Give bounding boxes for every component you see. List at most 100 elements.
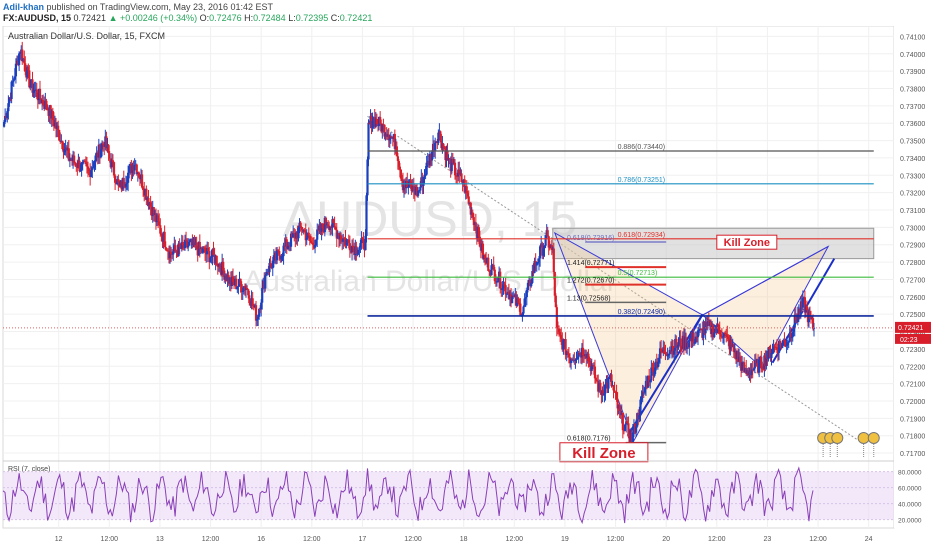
price-tick-label: 0.71700	[900, 451, 925, 458]
flag-event-icon	[857, 432, 870, 444]
time-tick-label: 13	[156, 536, 164, 543]
last-price: 0.72421	[73, 13, 107, 23]
price-tick-label: 0.72200	[900, 364, 925, 371]
publish-header: Adil-khan published on TradingView.com, …	[3, 2, 273, 12]
kill-zone-box	[552, 227, 875, 260]
time-tick-label: 20	[662, 536, 670, 543]
last-price-text: 0.72421	[898, 325, 923, 332]
candle-body	[538, 246, 542, 259]
price-tick-label: 0.72600	[900, 295, 925, 302]
time-tick-label: 12:00	[101, 536, 119, 543]
candle-body	[522, 306, 525, 314]
low-value: 0.72395	[295, 13, 329, 23]
price-tick-label: 0.74100	[900, 34, 925, 41]
symbol-header: FX:AUDUSD, 15 0.72421 ▲ +0.00246 (+0.34%…	[3, 13, 372, 23]
price-tick-label: 0.72300	[900, 347, 925, 354]
candle-body	[805, 306, 809, 310]
rsi-tick-label: 20.0000	[898, 518, 922, 525]
author-link[interactable]: Adil-khan	[3, 2, 44, 12]
candle-body	[38, 88, 42, 99]
kill-zone-label: Kill Zone	[572, 445, 635, 462]
candle-body	[688, 339, 691, 348]
time-tick-label: 12	[55, 536, 63, 543]
time-tick-label: 17	[359, 536, 367, 543]
candle-body	[607, 378, 610, 389]
price-tick-label: 0.71800	[900, 434, 925, 441]
price-tick-label: 0.73900	[900, 69, 925, 76]
kill-zone-label: Kill Zone	[724, 237, 770, 249]
candle-body	[546, 230, 549, 237]
watermark-name: Australian Dollar/U.S. Dollar	[243, 265, 616, 298]
candle-body	[108, 153, 111, 159]
candle-body	[57, 125, 60, 130]
candle-body	[133, 164, 136, 171]
candle-body	[365, 195, 368, 236]
time-tick-label: 24	[865, 536, 873, 543]
time-tick-label: 12:00	[202, 536, 220, 543]
symbol-label[interactable]: FX:AUDUSD, 15	[3, 13, 71, 23]
candle-body	[307, 232, 310, 236]
candle-body	[552, 248, 555, 272]
price-chart[interactable]: AUDUSD, 15 Australian Dollar/U.S. Dollar…	[0, 26, 932, 550]
chart-title: Australian Dollar/U.S. Dollar, 15, FXCM	[8, 31, 165, 41]
candle-body	[73, 155, 76, 163]
price-tick-label: 0.74000	[900, 52, 925, 59]
time-tick-label: 12:00	[506, 536, 524, 543]
high-value: 0.72484	[253, 13, 286, 23]
candle-body	[434, 143, 437, 152]
flag-event-icon	[831, 432, 844, 444]
countdown-text: 02:23	[900, 337, 918, 344]
high-label: H:	[244, 13, 254, 23]
publish-info: published on TradingView.com, May 23, 20…	[46, 2, 274, 12]
flag-event-icon	[867, 432, 880, 444]
candle-body	[526, 282, 530, 291]
candle-body	[487, 257, 490, 271]
rsi-tick-label: 60.0000	[898, 486, 922, 493]
candle-body	[140, 174, 144, 188]
ext-label: 0.618(0.7176)	[567, 436, 611, 443]
price-tick-label: 0.73600	[900, 121, 925, 128]
candle-body	[398, 166, 401, 170]
candle-body	[613, 390, 616, 392]
candle-body	[553, 271, 556, 296]
ext-label: 1.414(0.72771)	[567, 260, 614, 267]
price-tick-label: 0.72700	[900, 277, 925, 284]
rsi-tick-label: 40.0000	[898, 502, 922, 509]
fib-label: 0.5(0.72713)	[618, 270, 658, 277]
candle-body	[264, 275, 267, 289]
time-tick-label: 12:00	[607, 536, 625, 543]
time-tick-label: 12:00	[303, 536, 321, 543]
price-change: ▲ +0.00246 (+0.34%)	[108, 13, 198, 23]
candle-body	[112, 162, 116, 176]
time-tick-label: 12:00	[809, 536, 827, 543]
low-label: L:	[288, 13, 296, 23]
candle-body	[261, 288, 264, 303]
candle-body	[367, 122, 370, 160]
open-value: 0.72476	[209, 13, 242, 23]
close-value: 0.72421	[339, 13, 373, 23]
candle-body	[519, 303, 522, 316]
candle-body	[504, 285, 507, 295]
open-label: O:	[199, 13, 210, 23]
candle-body	[437, 132, 440, 143]
candle-body	[599, 382, 602, 392]
candle-body	[188, 242, 191, 246]
price-tick-label: 0.73300	[900, 173, 925, 180]
time-axis: 12 12:00 13 12:00 16 12:00 17 12:00 18 12:00 19 12:…	[55, 536, 873, 543]
price-tick-label: 0.73100	[900, 208, 925, 215]
price-tick-label: 0.73500	[900, 139, 925, 146]
price-tick-label: 0.72800	[900, 260, 925, 267]
price-tick-label: 0.73700	[900, 104, 925, 111]
price-tick-label: 0.73200	[900, 191, 925, 198]
ext-label: 0.618(0.72916)	[567, 235, 614, 242]
price-tick-label: 0.72000	[900, 399, 925, 406]
price-tick-label: 0.73000	[900, 225, 925, 232]
candle-body	[593, 366, 597, 379]
fib-label: 0.382(0.72490)	[618, 309, 665, 316]
time-tick-label: 16	[257, 536, 265, 543]
price-tick-label: 0.73400	[900, 156, 925, 163]
fib-label: 0.618(0.72934)	[618, 232, 665, 239]
price-tick-label: 0.72900	[900, 243, 925, 250]
time-tick-label: 12:00	[708, 536, 726, 543]
ext-label: 1.13(0.72568)	[567, 295, 611, 302]
